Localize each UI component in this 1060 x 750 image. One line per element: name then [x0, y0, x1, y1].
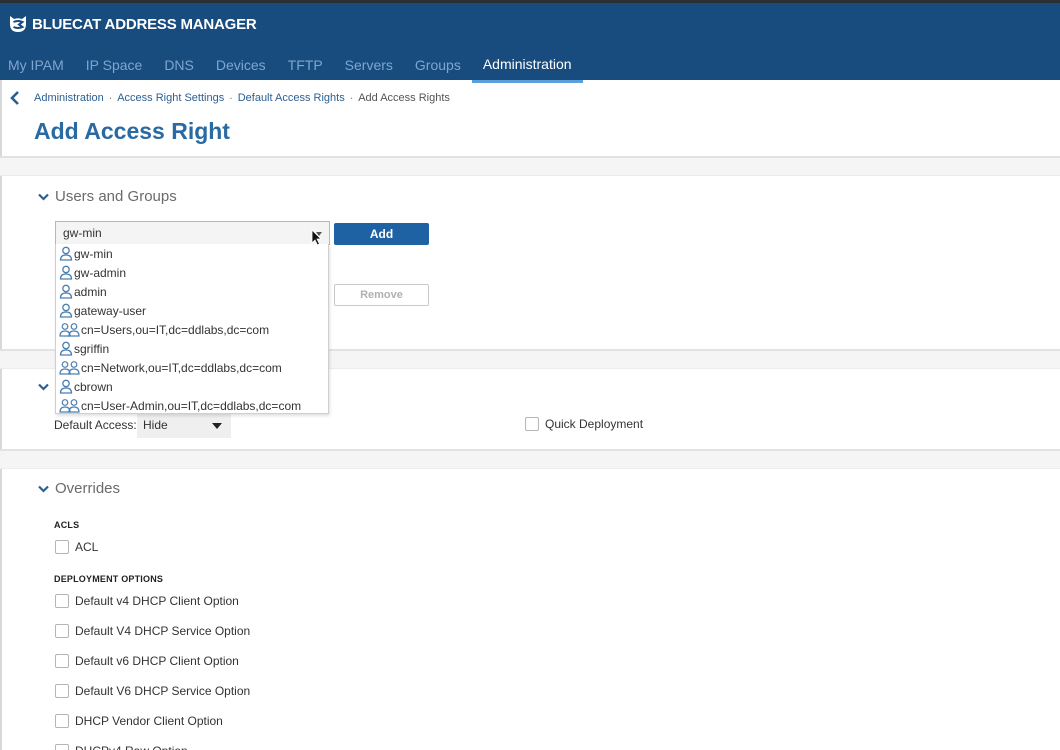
brand[interactable]: BLUECAT ADDRESS MANAGER	[8, 14, 257, 34]
suggestion-item[interactable]: gw-min	[56, 244, 328, 263]
nav-tab-tftp[interactable]: TFTP	[277, 47, 334, 83]
nav-tab-devices[interactable]: Devices	[205, 47, 277, 83]
default-access-value: Hide	[143, 418, 168, 432]
add-button[interactable]: Add	[334, 223, 429, 245]
nav-tab-ip-space[interactable]: IP Space	[75, 47, 154, 83]
deployment-option-label: Default v6 DHCP Client Option	[75, 654, 239, 668]
acl-label: ACL	[75, 540, 99, 554]
breadcrumb-separator: ·	[108, 91, 113, 105]
user-group-suggestions: gw-min gw-admin admin gateway-user cn=Us…	[55, 244, 329, 414]
suggestion-item[interactable]: gateway-user	[56, 301, 328, 320]
deployment-options-heading: DEPLOYMENT OPTIONS	[54, 574, 164, 584]
suggestion-label: gw-admin	[74, 265, 127, 280]
deployment-option-checkbox[interactable]	[55, 594, 69, 608]
brand-title: BLUECAT ADDRESS MANAGER	[32, 15, 257, 33]
bluecat-logo-icon	[10, 16, 26, 32]
chevron-down-icon	[38, 193, 49, 201]
nav-tab-servers[interactable]: Servers	[334, 47, 404, 83]
user-group-combobox[interactable]: gw-min	[55, 221, 330, 245]
section-divider	[0, 156, 1060, 176]
suggestion-label: cn=Users,ou=IT,dc=ddlabs,dc=com	[81, 322, 270, 337]
breadcrumb-default-access-rights[interactable]: Default Access Rights	[238, 92, 345, 104]
suggestion-item[interactable]: cn=Network,ou=IT,dc=ddlabs,dc=com	[56, 358, 328, 377]
breadcrumb-administration[interactable]: Administration	[34, 92, 104, 104]
deployment-option-checkbox[interactable]	[55, 684, 69, 698]
access-section-toggle[interactable]	[38, 383, 55, 391]
deployment-option-label: DHCPv4 Raw Option	[75, 744, 188, 750]
section-divider	[0, 449, 1060, 469]
suggestion-label: cn=Network,ou=IT,dc=ddlabs,dc=com	[81, 360, 282, 375]
nav-tab-my-ipam[interactable]: My IPAM	[0, 47, 75, 83]
nav-tab-dns[interactable]: DNS	[153, 47, 205, 83]
deployment-option-label: DHCP Vendor Client Option	[75, 714, 223, 728]
user-icon	[59, 265, 73, 280]
users-and-groups-section-toggle[interactable]: Users and Groups	[38, 188, 177, 205]
chevron-down-icon	[38, 383, 49, 391]
deployment-option-checkbox[interactable]	[55, 654, 69, 668]
group-icon	[59, 399, 80, 413]
mouse-cursor-icon	[311, 229, 322, 246]
main-nav: My IPAM IP Space DNS Devices TFTP Server…	[0, 47, 583, 83]
breadcrumb-separator: ·	[349, 91, 354, 105]
breadcrumb-access-right-settings[interactable]: Access Right Settings	[117, 92, 224, 104]
suggestion-item[interactable]: gw-admin	[56, 263, 328, 282]
page-title: Add Access Right	[34, 118, 230, 144]
caret-down-icon	[212, 423, 222, 429]
suggestion-label: cn=User-Admin,ou=IT,dc=ddlabs,dc=com	[81, 398, 302, 413]
suggestion-item[interactable]: admin	[56, 282, 328, 301]
suggestion-item[interactable]: sgriffin	[56, 339, 328, 358]
suggestion-label: cbrown	[74, 379, 113, 394]
deployment-option-label: Default V4 DHCP Service Option	[75, 624, 251, 638]
acls-heading: ACLS	[54, 520, 80, 530]
breadcrumb: Administration · Access Right Settings ·…	[0, 89, 450, 107]
user-icon	[59, 303, 73, 318]
user-icon	[59, 379, 73, 394]
breadcrumb-separator: ·	[229, 91, 233, 105]
section-title: Users and Groups	[55, 188, 177, 205]
back-button[interactable]	[10, 90, 24, 106]
overrides-section-toggle[interactable]: Overrides	[38, 480, 120, 497]
page-left-border	[0, 80, 2, 750]
group-icon	[59, 323, 80, 337]
user-icon	[59, 246, 73, 261]
acl-checkbox[interactable]	[55, 540, 69, 554]
nav-tab-administration[interactable]: Administration	[471, 47, 583, 83]
chevron-left-icon	[10, 91, 19, 105]
breadcrumb-current: Add Access Rights	[358, 92, 450, 104]
group-icon	[59, 361, 80, 375]
nav-tab-groups[interactable]: Groups	[404, 47, 472, 83]
deployment-option-label: Default V6 DHCP Service Option	[75, 684, 251, 698]
section-title: Overrides	[55, 480, 121, 497]
quick-deployment-label: Quick Deployment	[545, 417, 644, 431]
user-group-input-value[interactable]: gw-min	[63, 226, 102, 240]
deployment-option-checkbox[interactable]	[55, 624, 69, 638]
suggestion-label: admin	[74, 284, 107, 299]
quick-deployment-checkbox[interactable]	[525, 417, 539, 431]
user-icon	[59, 284, 73, 299]
chevron-down-icon	[38, 485, 49, 493]
remove-button: Remove	[334, 284, 429, 306]
suggestion-label: sgriffin	[74, 341, 110, 356]
default-access-label: Default Access:	[54, 418, 137, 432]
suggestion-label: gw-min	[74, 246, 113, 261]
suggestion-item[interactable]: cn=User-Admin,ou=IT,dc=ddlabs,dc=com	[56, 396, 328, 415]
app-header: BLUECAT ADDRESS MANAGER My IPAM IP Space…	[0, 0, 1060, 83]
suggestion-label: gateway-user	[74, 303, 147, 318]
deployment-option-checkbox[interactable]	[55, 714, 69, 728]
user-icon	[59, 341, 73, 356]
default-access-select[interactable]: Hide	[137, 412, 231, 438]
deployment-option-checkbox[interactable]	[55, 744, 69, 750]
suggestion-item[interactable]: cn=Users,ou=IT,dc=ddlabs,dc=com	[56, 320, 328, 339]
deployment-option-label: Default v4 DHCP Client Option	[75, 594, 239, 608]
suggestion-item[interactable]: cbrown	[56, 377, 328, 396]
